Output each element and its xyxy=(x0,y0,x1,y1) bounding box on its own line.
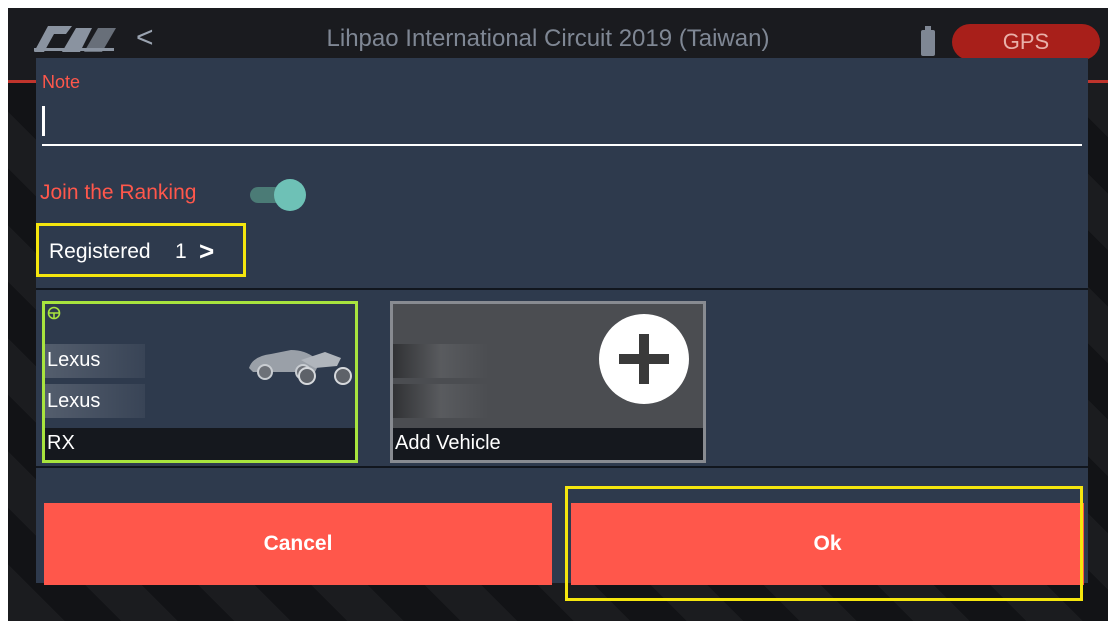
plus-icon-horizontal xyxy=(619,354,669,364)
add-vehicle-bar: Add Vehicle xyxy=(393,428,703,460)
session-dialog: Note Join the Ranking Registered 1 > Lex… xyxy=(36,58,1088,601)
chevron-right-icon: > xyxy=(199,236,215,266)
page-title: Lihpao International Circuit 2019 (Taiwa… xyxy=(326,25,770,52)
registered-row[interactable]: Registered 1 > xyxy=(36,223,246,277)
cancel-button[interactable]: Cancel xyxy=(44,503,552,585)
steering-wheel-icon xyxy=(47,306,61,320)
vehicle-model: RX xyxy=(47,432,75,454)
back-button[interactable]: < xyxy=(136,22,154,54)
battery-icon xyxy=(921,26,935,56)
gps-button[interactable]: GPS xyxy=(952,24,1100,60)
vehicle-brand: Lexus xyxy=(47,390,101,412)
app-logo-icon xyxy=(34,26,116,52)
toggle-knob xyxy=(274,179,306,211)
divider xyxy=(36,466,1088,468)
plus-icon xyxy=(599,314,689,404)
vehicle-model-bar: RX xyxy=(45,428,355,460)
blurred-field xyxy=(393,344,489,378)
divider xyxy=(36,288,1088,290)
add-vehicle-card[interactable]: Add Vehicle xyxy=(390,301,706,463)
note-label: Note xyxy=(42,72,81,92)
vehicle-card-lexus[interactable]: Lexus Lexus RX xyxy=(42,301,358,463)
add-vehicle-label: Add Vehicle xyxy=(395,432,501,454)
text-caret xyxy=(42,106,45,136)
join-ranking-label: Join the Ranking xyxy=(40,181,197,204)
ok-button[interactable]: Ok xyxy=(571,503,1084,585)
join-ranking-toggle[interactable] xyxy=(246,179,312,211)
car-icon xyxy=(249,350,352,385)
registered-label: Registered xyxy=(49,240,151,263)
note-input[interactable] xyxy=(42,102,1082,146)
vehicle-make: Lexus xyxy=(47,349,101,371)
blurred-field xyxy=(393,384,489,418)
app-screen: < Lihpao International Circuit 2019 (Tai… xyxy=(8,8,1108,621)
registered-count: 1 xyxy=(175,240,187,263)
